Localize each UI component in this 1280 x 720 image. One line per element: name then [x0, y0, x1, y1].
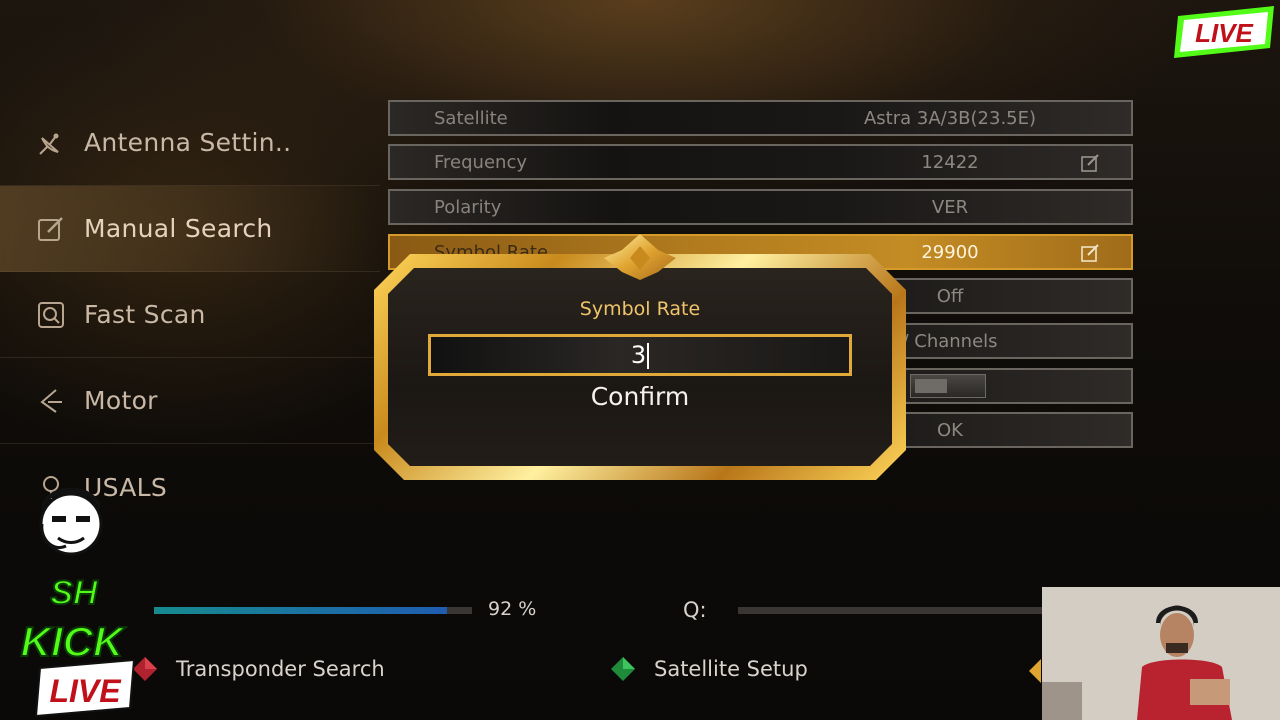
- kick-logo-top: SH: [50, 574, 99, 612]
- kick-live-logo: SH KICK LIVE: [20, 573, 136, 718]
- crown-icon: [604, 234, 676, 280]
- green-gem-icon: [611, 657, 635, 681]
- row-value: VER: [931, 196, 969, 218]
- sidebar-item-antenna-settings[interactable]: Antenna Settin..: [0, 100, 380, 186]
- webcam-feed: [1042, 587, 1280, 720]
- settings-row-polarity[interactable]: Polarity VER: [388, 189, 1133, 225]
- motor-icon: [36, 386, 66, 416]
- dialog-title: Symbol Rate: [579, 298, 701, 320]
- row-label: Frequency: [434, 151, 527, 173]
- signal-quality-bar: [738, 607, 1042, 614]
- webcam-person: [1042, 587, 1280, 720]
- sidebar-item-manual-search[interactable]: Manual Search: [0, 186, 380, 272]
- text-caret: [647, 343, 650, 369]
- confirm-button[interactable]: Confirm: [374, 382, 906, 411]
- satellite-dish-icon: [36, 128, 66, 158]
- search-icon: [36, 300, 66, 330]
- settings-row-frequency[interactable]: Frequency 12422: [388, 144, 1133, 180]
- signal-strength-bar: [154, 607, 472, 614]
- sidebar-item-label: Manual Search: [84, 214, 273, 243]
- live-badge-text: LIVE: [1195, 18, 1253, 48]
- yellow-gem-icon: [1029, 659, 1041, 683]
- kick-logo-text: KICK: [21, 618, 126, 665]
- symbol-rate-dialog: Symbol Rate 3 Confirm: [374, 234, 906, 480]
- sidebar-item-fast-scan[interactable]: Fast Scan: [0, 272, 380, 358]
- row-value: Astra 3A/3B(23.5E): [863, 107, 1037, 129]
- edit-icon[interactable]: [1080, 153, 1100, 173]
- avatar: [39, 487, 103, 556]
- sidebar-item-label: Motor: [84, 386, 158, 415]
- input-value: 3: [630, 341, 647, 369]
- edit-icon: [36, 214, 66, 244]
- sidebar-item-label: Antenna Settin..: [84, 128, 292, 157]
- settings-row-satellite[interactable]: Satellite Astra 3A/3B(23.5E): [388, 100, 1133, 136]
- row-label: Satellite: [434, 107, 508, 129]
- edit-icon[interactable]: [1080, 243, 1100, 263]
- live-badge: LIVE: [1174, 6, 1274, 58]
- signal-quality-label: Q:: [683, 598, 707, 622]
- sidebar-item-motor[interactable]: Motor: [0, 358, 380, 444]
- signal-strength-fill: [154, 607, 447, 614]
- sidebar-item-label: Fast Scan: [84, 300, 206, 329]
- row-value: 12422: [921, 151, 979, 173]
- toggle-knob: [915, 379, 947, 393]
- toggle-switch[interactable]: [910, 374, 986, 398]
- row-label: Polarity: [434, 196, 502, 218]
- legend-green[interactable]: Satellite Setup: [610, 656, 808, 682]
- signal-strength-value: 92 %: [488, 598, 537, 620]
- legend-red-label: Transponder Search: [176, 657, 385, 681]
- legend-green-label: Satellite Setup: [654, 657, 808, 681]
- legend-red[interactable]: Transponder Search: [132, 656, 385, 682]
- kick-logo-live: LIVE: [49, 673, 122, 709]
- symbol-rate-input[interactable]: 3: [428, 334, 852, 376]
